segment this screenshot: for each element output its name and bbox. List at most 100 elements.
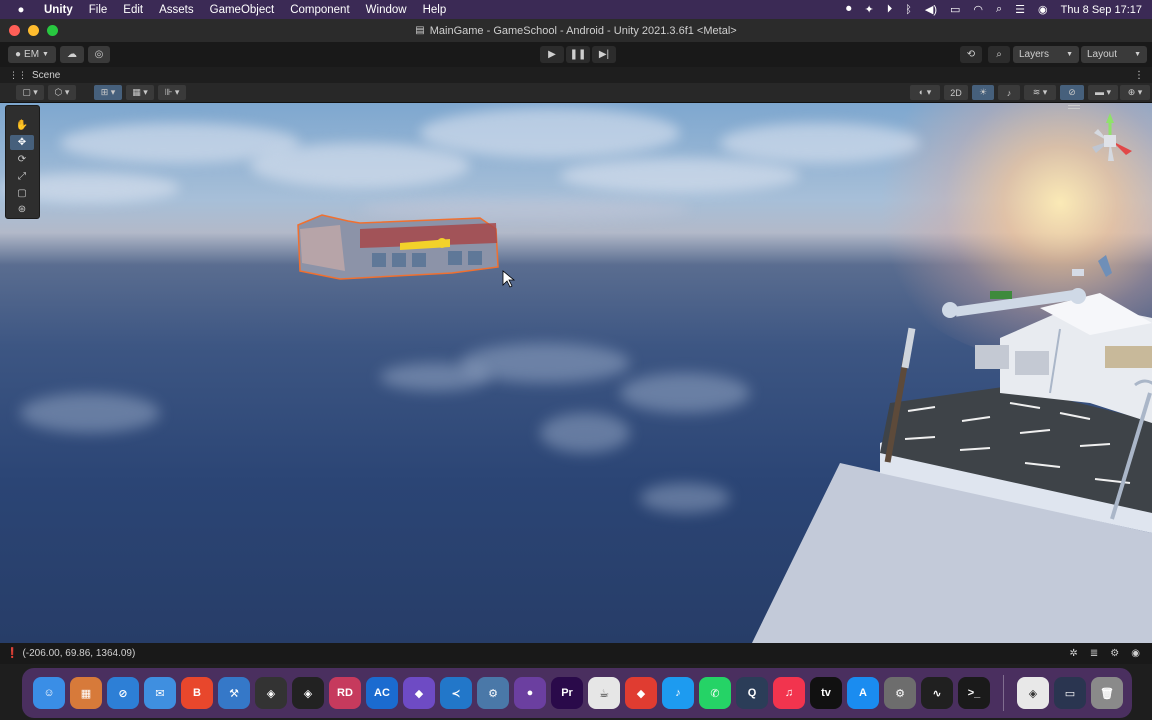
menu-window[interactable]: Window [358, 4, 415, 16]
dock-app-finder-icon[interactable]: ☺ [33, 677, 65, 709]
collab-icon: ◎ [94, 49, 104, 60]
dock-app-mail-icon[interactable]: ✉ [144, 677, 176, 709]
rotate-tool-icon[interactable]: ⟳ [10, 152, 34, 167]
account-dropdown[interactable]: ● EM ▼ [8, 46, 56, 63]
dock-app-unity-hub-icon[interactable]: ◈ [255, 677, 287, 709]
dock: ☺ ▦ ⊘ ✉ B ⚒ ◈ ◈ RD AC ◆ ≺ ⚙ ● Pr ☕ ◆ ♪ ✆ Q ♫ tv A ⚙ ∿ >_ ◈ ▭ 🗑 [22, 668, 1132, 718]
dock-app-music-icon[interactable]: ♫ [773, 677, 805, 709]
minimize-window-button[interactable] [28, 25, 39, 36]
cache-icon[interactable]: ≣ [1090, 648, 1098, 659]
dock-app-app-store-icon[interactable]: A [847, 677, 879, 709]
floating-object [1072, 255, 1112, 277]
dock-app-terminal-icon[interactable]: >_ [958, 677, 990, 709]
dock-app-rider-icon[interactable]: RD [329, 677, 361, 709]
dock-app-github-desktop-icon[interactable]: ● [514, 677, 546, 709]
bluetooth-icon[interactable]: ᛒ [905, 4, 912, 16]
move-tool-icon[interactable]: ✥ [10, 135, 34, 150]
vpn-icon[interactable]: ✦ [865, 3, 874, 16]
chevron-down-icon: ▼ [1066, 51, 1073, 58]
wifi-icon[interactable]: ◠ [973, 3, 983, 16]
menubar-clock[interactable]: Thu 8 Sep 17:17 [1061, 4, 1142, 16]
dock-app-anydesk-icon[interactable]: ◆ [625, 677, 657, 709]
transform-tool-icon[interactable]: ⊛ [10, 202, 34, 217]
menu-file[interactable]: File [81, 4, 116, 16]
collab-button[interactable]: ◎ [88, 46, 110, 63]
dock-app-vscode-icon[interactable]: ≺ [440, 677, 472, 709]
orientation-gizmo[interactable] [1082, 111, 1142, 171]
step-button[interactable]: ▶| [592, 46, 616, 63]
play-button[interactable]: ▶ [540, 46, 564, 63]
cloud-button[interactable]: ☁ [60, 46, 84, 63]
scene-tab-icon: ⋮⋮ [9, 69, 27, 80]
dock-app-activity-monitor-icon[interactable]: ∿ [921, 677, 953, 709]
battery-icon[interactable]: ▭ [950, 3, 960, 16]
dock-app-network-tool-icon[interactable]: ⚙ [477, 677, 509, 709]
render-mode-dropdown[interactable]: ◐ ▾ [910, 85, 940, 100]
dock-separator [1003, 675, 1004, 711]
dock-app-unity-icon[interactable]: ◈ [292, 677, 324, 709]
menu-assets[interactable]: Assets [151, 4, 202, 16]
hand-tool-icon[interactable]: ✋ [10, 118, 34, 133]
gizmo-snap-dropdown[interactable]: ⊞ ▾ [94, 85, 122, 100]
search-button[interactable]: ⌕ [988, 46, 1010, 63]
control-center-icon[interactable]: ☰ [1015, 3, 1025, 16]
more-options-icon[interactable]: ⋮ [1134, 70, 1144, 81]
toggle-2d-button[interactable]: 2D [944, 85, 968, 100]
gizmo-menu-icon[interactable] [1068, 105, 1080, 109]
debug-icon[interactable]: ✲ [1070, 648, 1078, 659]
effects-dropdown[interactable]: ≋ ▾ [1024, 85, 1056, 100]
grid-dropdown[interactable]: ▦ ▾ [126, 85, 154, 100]
dock-app-appcode-icon[interactable]: AC [366, 677, 398, 709]
scene-viewport[interactable] [0, 103, 1152, 643]
dock-app-unity-running-icon[interactable]: ◈ [1017, 677, 1049, 709]
volume-icon[interactable]: ◀) [925, 3, 937, 16]
pause-button[interactable]: ❚❚ [566, 46, 590, 63]
dock-app-xcode-icon[interactable]: ⚒ [218, 677, 250, 709]
lightbulb-icon: ☀ [978, 87, 988, 97]
menu-component[interactable]: Component [282, 4, 357, 16]
history-button[interactable]: ⟲ [960, 46, 982, 63]
window-title: MainGame - GameSchool - Android - Unity … [429, 24, 737, 37]
settings-icon[interactable]: ⚙ [1110, 648, 1119, 659]
eye-icon[interactable]: ◉ [1131, 648, 1140, 659]
scale-tool-icon[interactable]: ⤢ [10, 169, 34, 184]
lighting-toggle[interactable]: ☀ [972, 85, 994, 100]
dock-app-trash-icon[interactable]: 🗑 [1091, 677, 1123, 709]
dock-app-visual-studio-icon[interactable]: ◆ [403, 677, 435, 709]
dock-app-whatsapp-icon[interactable]: ✆ [699, 677, 731, 709]
audio-toggle[interactable]: ♪ [998, 85, 1020, 100]
menu-app-unity[interactable]: Unity [36, 4, 81, 16]
search-icon[interactable]: ⌕ [996, 3, 1002, 16]
play-circle-icon[interactable]: ⏵ [887, 3, 893, 16]
menu-gameobject[interactable]: GameObject [202, 4, 283, 16]
camera-icon: ▬ ▾ [1094, 87, 1112, 97]
record-icon[interactable]: ⏺ [846, 3, 852, 16]
shading-dropdown[interactable]: ⬡ ▾ [48, 85, 76, 100]
dock-app-premiere-icon[interactable]: Pr [551, 677, 583, 709]
dock-app-screen-recording-icon[interactable]: ▭ [1054, 677, 1086, 709]
gizmos-dropdown[interactable]: ⊕ ▾ [1120, 85, 1150, 100]
menu-edit[interactable]: Edit [115, 4, 151, 16]
dock-app-brave-icon[interactable]: B [181, 677, 213, 709]
dock-app-twitter-icon[interactable]: ♪ [662, 677, 694, 709]
selected-building[interactable] [297, 214, 499, 280]
zoom-window-button[interactable] [47, 25, 58, 36]
dock-app-java-icon[interactable]: ☕ [588, 677, 620, 709]
dock-app-safari-icon[interactable]: ⊘ [107, 677, 139, 709]
close-window-button[interactable] [9, 25, 20, 36]
rect-tool-icon[interactable]: ▢ [10, 186, 34, 201]
visibility-toggle[interactable]: ⊘ [1060, 85, 1084, 100]
dock-app-apple-tv-icon[interactable]: tv [810, 677, 842, 709]
layers-dropdown[interactable]: Layers ▼ [1013, 46, 1079, 63]
dock-app-launchpad-icon[interactable]: ▦ [70, 677, 102, 709]
apple-menu-icon[interactable]: ● [14, 4, 28, 16]
increment-snap-dropdown[interactable]: ⊪ ▾ [158, 85, 186, 100]
draw-mode-dropdown[interactable]: ▢ ▾ [16, 85, 44, 100]
siri-icon[interactable]: ◉ [1038, 3, 1048, 16]
dock-app-quicktime-icon[interactable]: Q [736, 677, 768, 709]
layout-dropdown[interactable]: Layout ▼ [1081, 46, 1147, 63]
menu-help[interactable]: Help [415, 4, 455, 16]
scene-tab[interactable]: Scene [32, 70, 60, 81]
dock-app-system-preferences-icon[interactable]: ⚙ [884, 677, 916, 709]
camera-dropdown[interactable]: ▬ ▾ [1088, 85, 1118, 100]
